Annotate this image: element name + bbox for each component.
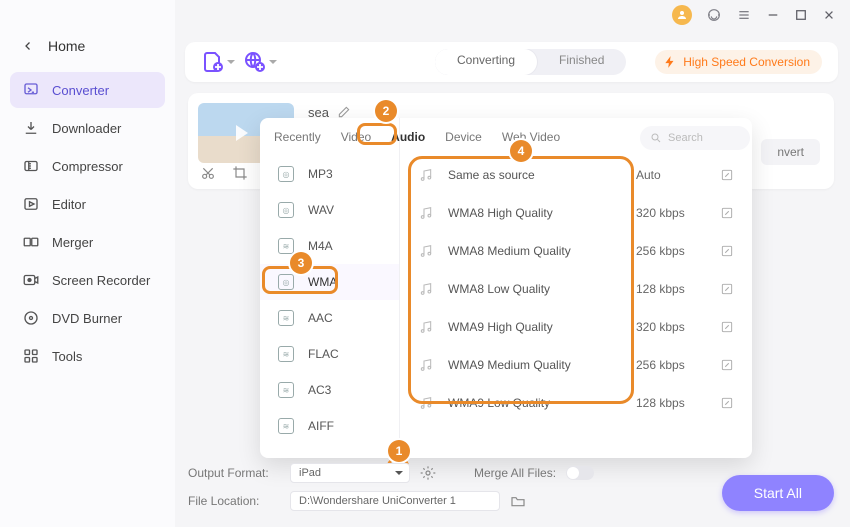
annotation-ring [408,156,634,404]
sidebar-item-label: Merger [52,235,93,250]
format-item-mp3[interactable]: ◎MP3 [260,156,399,192]
tab-recently[interactable]: Recently [272,128,323,152]
sidebar-item-tools[interactable]: Tools [10,338,165,374]
callout-4: 4 [510,140,532,162]
sidebar-item-label: DVD Burner [52,311,122,326]
edit-icon[interactable] [720,206,734,220]
sidebar: Home Converter Downloader Compressor Edi… [0,0,175,527]
edit-name-icon[interactable] [337,105,351,119]
download-icon [22,119,40,137]
chevron-down-icon [395,471,403,479]
high-speed-button[interactable]: High Speed Conversion [655,50,822,74]
format-item-aac[interactable]: ≋AAC [260,300,399,336]
user-avatar[interactable] [672,5,692,25]
tab-finished[interactable]: Finished [537,49,626,75]
menu-icon[interactable] [736,7,752,23]
search-icon [650,132,662,144]
merge-label: Merge All Files: [474,466,556,480]
trim-icon[interactable] [200,165,216,181]
high-speed-label: High Speed Conversion [683,55,810,69]
wave-icon: ≋ [278,238,294,254]
edit-icon[interactable] [720,320,734,334]
sidebar-item-dvd-burner[interactable]: DVD Burner [10,300,165,336]
format-item-wav[interactable]: ◎WAV [260,192,399,228]
bolt-icon [663,55,677,69]
sidebar-item-screen-recorder[interactable]: Screen Recorder [10,262,165,298]
disc-icon: ◎ [278,166,294,182]
sidebar-item-editor[interactable]: Editor [10,186,165,222]
file-location-label: File Location: [188,494,280,508]
wave-icon: ≋ [278,310,294,326]
tab-device[interactable]: Device [443,128,484,152]
edit-icon[interactable] [720,358,734,372]
tools-icon [22,347,40,365]
add-file-button[interactable] [201,50,225,74]
window-close[interactable] [822,8,836,22]
converter-icon [22,81,40,99]
crop-icon[interactable] [232,165,248,181]
sidebar-item-downloader[interactable]: Downloader [10,110,165,146]
edit-icon[interactable] [720,396,734,410]
edit-icon[interactable] [720,282,734,296]
support-icon[interactable] [706,7,722,23]
home-label: Home [48,38,85,54]
format-item-aiff[interactable]: ≋AIFF [260,408,399,444]
dvd-icon [22,309,40,327]
search-placeholder: Search [668,132,703,144]
status-segment: Converting Finished [435,49,626,75]
sidebar-item-label: Screen Recorder [52,273,150,288]
format-item-flac[interactable]: ≋FLAC [260,336,399,372]
chevron-down-icon [269,60,277,68]
wave-icon: ≋ [278,382,294,398]
callout-3: 3 [290,252,312,274]
sidebar-item-merger[interactable]: Merger [10,224,165,260]
add-url-button[interactable] [243,50,267,74]
format-item-m4a[interactable]: ≋M4A [260,228,399,264]
disc-icon: ◎ [278,202,294,218]
output-format-select[interactable]: iPad [290,463,410,483]
file-location-select[interactable]: D:\Wondershare UniConverter 1 [290,491,500,511]
compress-icon [22,157,40,175]
wave-icon: ≋ [278,346,294,362]
start-all-button[interactable]: Start All [722,475,834,511]
sidebar-item-label: Compressor [52,159,123,174]
merge-toggle[interactable] [566,466,594,480]
editor-icon [22,195,40,213]
window-maximize[interactable] [794,8,808,22]
edit-icon[interactable] [720,244,734,258]
header-card: Converting Finished High Speed Conversio… [185,42,838,82]
format-item-ac3[interactable]: ≋AC3 [260,372,399,408]
sidebar-item-label: Converter [52,83,109,98]
tab-converting[interactable]: Converting [435,49,537,75]
sidebar-item-label: Tools [52,349,82,364]
convert-button[interactable]: nvert [761,139,820,165]
output-settings-icon[interactable] [420,465,436,481]
back-icon[interactable] [22,40,34,52]
callout-2: 2 [375,100,397,122]
edit-icon[interactable] [720,168,734,182]
chevron-down-icon [227,60,235,68]
window-minimize[interactable] [766,8,780,22]
sidebar-item-converter[interactable]: Converter [10,72,165,108]
sidebar-item-compressor[interactable]: Compressor [10,148,165,184]
annotation-ring [357,123,397,145]
recorder-icon [22,271,40,289]
wave-icon: ≋ [278,418,294,434]
bottom-bar: Output Format: iPad Merge All Files: Fil… [188,463,834,515]
home-row[interactable]: Home [0,30,175,72]
merger-icon [22,233,40,251]
output-format-label: Output Format: [188,466,280,480]
search-input[interactable]: Search [640,126,750,150]
sidebar-item-label: Downloader [52,121,121,136]
sidebar-item-label: Editor [52,197,86,212]
callout-1: 1 [388,440,410,462]
open-folder-icon[interactable] [510,493,526,509]
